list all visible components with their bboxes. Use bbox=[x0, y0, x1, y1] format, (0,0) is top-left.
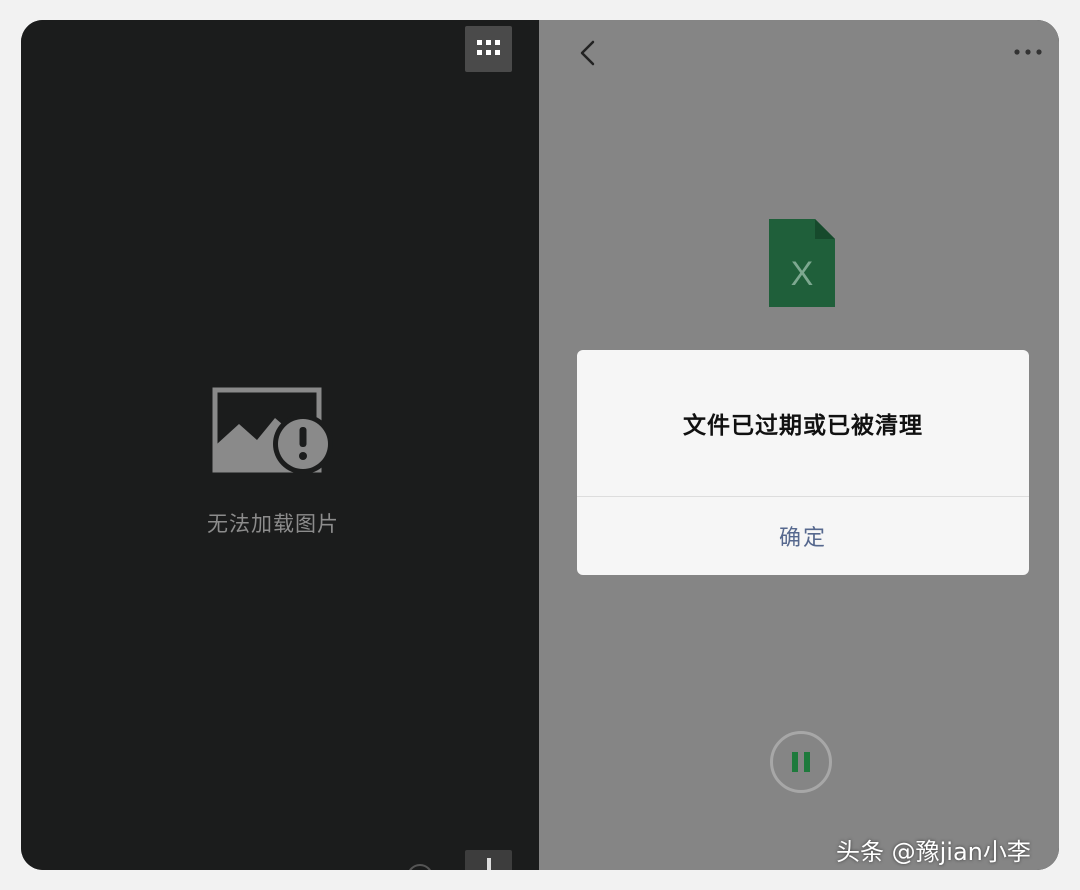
watermark: 头条 @豫jian小李 bbox=[836, 838, 1031, 866]
more-icon[interactable] bbox=[1013, 42, 1043, 62]
plus-icon bbox=[486, 858, 491, 870]
dialog-message: 文件已过期或已被清理 bbox=[683, 413, 923, 439]
chevron-left-icon[interactable] bbox=[575, 38, 601, 68]
excel-file-icon: X bbox=[769, 219, 835, 307]
svg-text:X: X bbox=[791, 255, 814, 293]
image-viewer-pane: 无法加载图片 bbox=[21, 20, 539, 870]
grid-icon bbox=[476, 40, 500, 55]
expired-file-dialog: 文件已过期或已被清理 确定 bbox=[577, 350, 1029, 575]
add-button[interactable] bbox=[465, 850, 512, 870]
grid-button[interactable] bbox=[465, 26, 512, 72]
pause-button[interactable] bbox=[770, 731, 832, 793]
pause-icon bbox=[792, 752, 810, 772]
image-error-icon bbox=[212, 387, 333, 474]
app-frame: 无法加载图片 X 文件已过期或已被清理 确定 bbox=[21, 20, 1059, 870]
file-viewer-pane: X 文件已过期或已被清理 确定 bbox=[539, 20, 1059, 870]
bottom-circle-icon[interactable] bbox=[407, 864, 433, 870]
confirm-button[interactable]: 确定 bbox=[577, 497, 1029, 575]
image-error-label: 无法加载图片 bbox=[207, 512, 339, 536]
